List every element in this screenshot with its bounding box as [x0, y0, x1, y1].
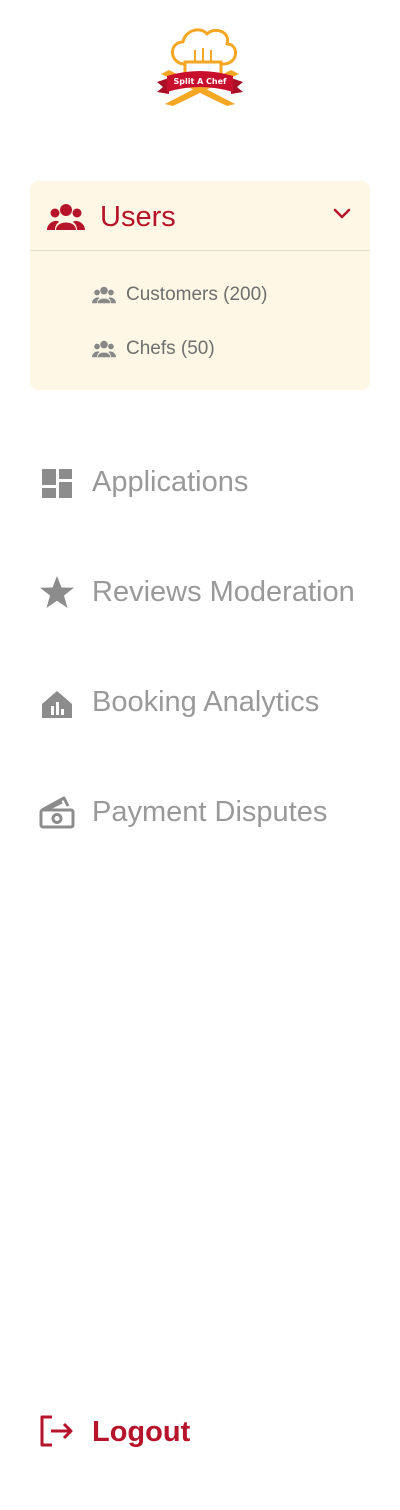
analytics-icon	[42, 691, 72, 718]
sidebar-item-applications[interactable]: Applications	[38, 460, 378, 504]
sidebar-subitem-label: Chefs (50)	[126, 338, 215, 359]
money-icon	[39, 796, 75, 829]
chevron-down-icon[interactable]	[332, 207, 352, 221]
sidebar-item-label: Applications	[92, 466, 249, 498]
sidebar-subitem-customers[interactable]: Customers (200)	[92, 280, 352, 310]
sidebar-subitem-chefs[interactable]: Chefs (50)	[92, 334, 352, 364]
logout-icon	[40, 1415, 73, 1447]
sidebar-item-reviews-moderation[interactable]: Reviews Moderation	[38, 570, 378, 614]
logo-text: Split A Chef	[173, 77, 227, 86]
users-icon	[92, 286, 116, 304]
users-menu-panel: Users Customers (200) Chefs (50)	[30, 181, 370, 390]
sidebar-item-label: Booking Analytics	[92, 686, 320, 718]
sidebar-subitem-label: Customers (200)	[126, 284, 268, 305]
dashboard-icon	[42, 469, 72, 498]
logout-label: Logout	[92, 1416, 191, 1448]
sidebar-item-label: Reviews Moderation	[92, 576, 355, 608]
split-a-chef-logo[interactable]: Split A Chef	[155, 26, 245, 110]
sidebar-item-users-label: Users	[100, 201, 176, 233]
users-icon	[92, 340, 116, 358]
logout-button[interactable]: Logout	[38, 1410, 238, 1454]
star-icon	[40, 576, 74, 608]
sidebar-item-booking-analytics[interactable]: Booking Analytics	[38, 680, 378, 724]
sidebar-item-label: Payment Disputes	[92, 796, 328, 828]
users-icon	[47, 204, 85, 230]
sidebar-item-payment-disputes[interactable]: Payment Disputes	[38, 790, 378, 834]
sidebar-item-users[interactable]: Users	[30, 181, 370, 251]
